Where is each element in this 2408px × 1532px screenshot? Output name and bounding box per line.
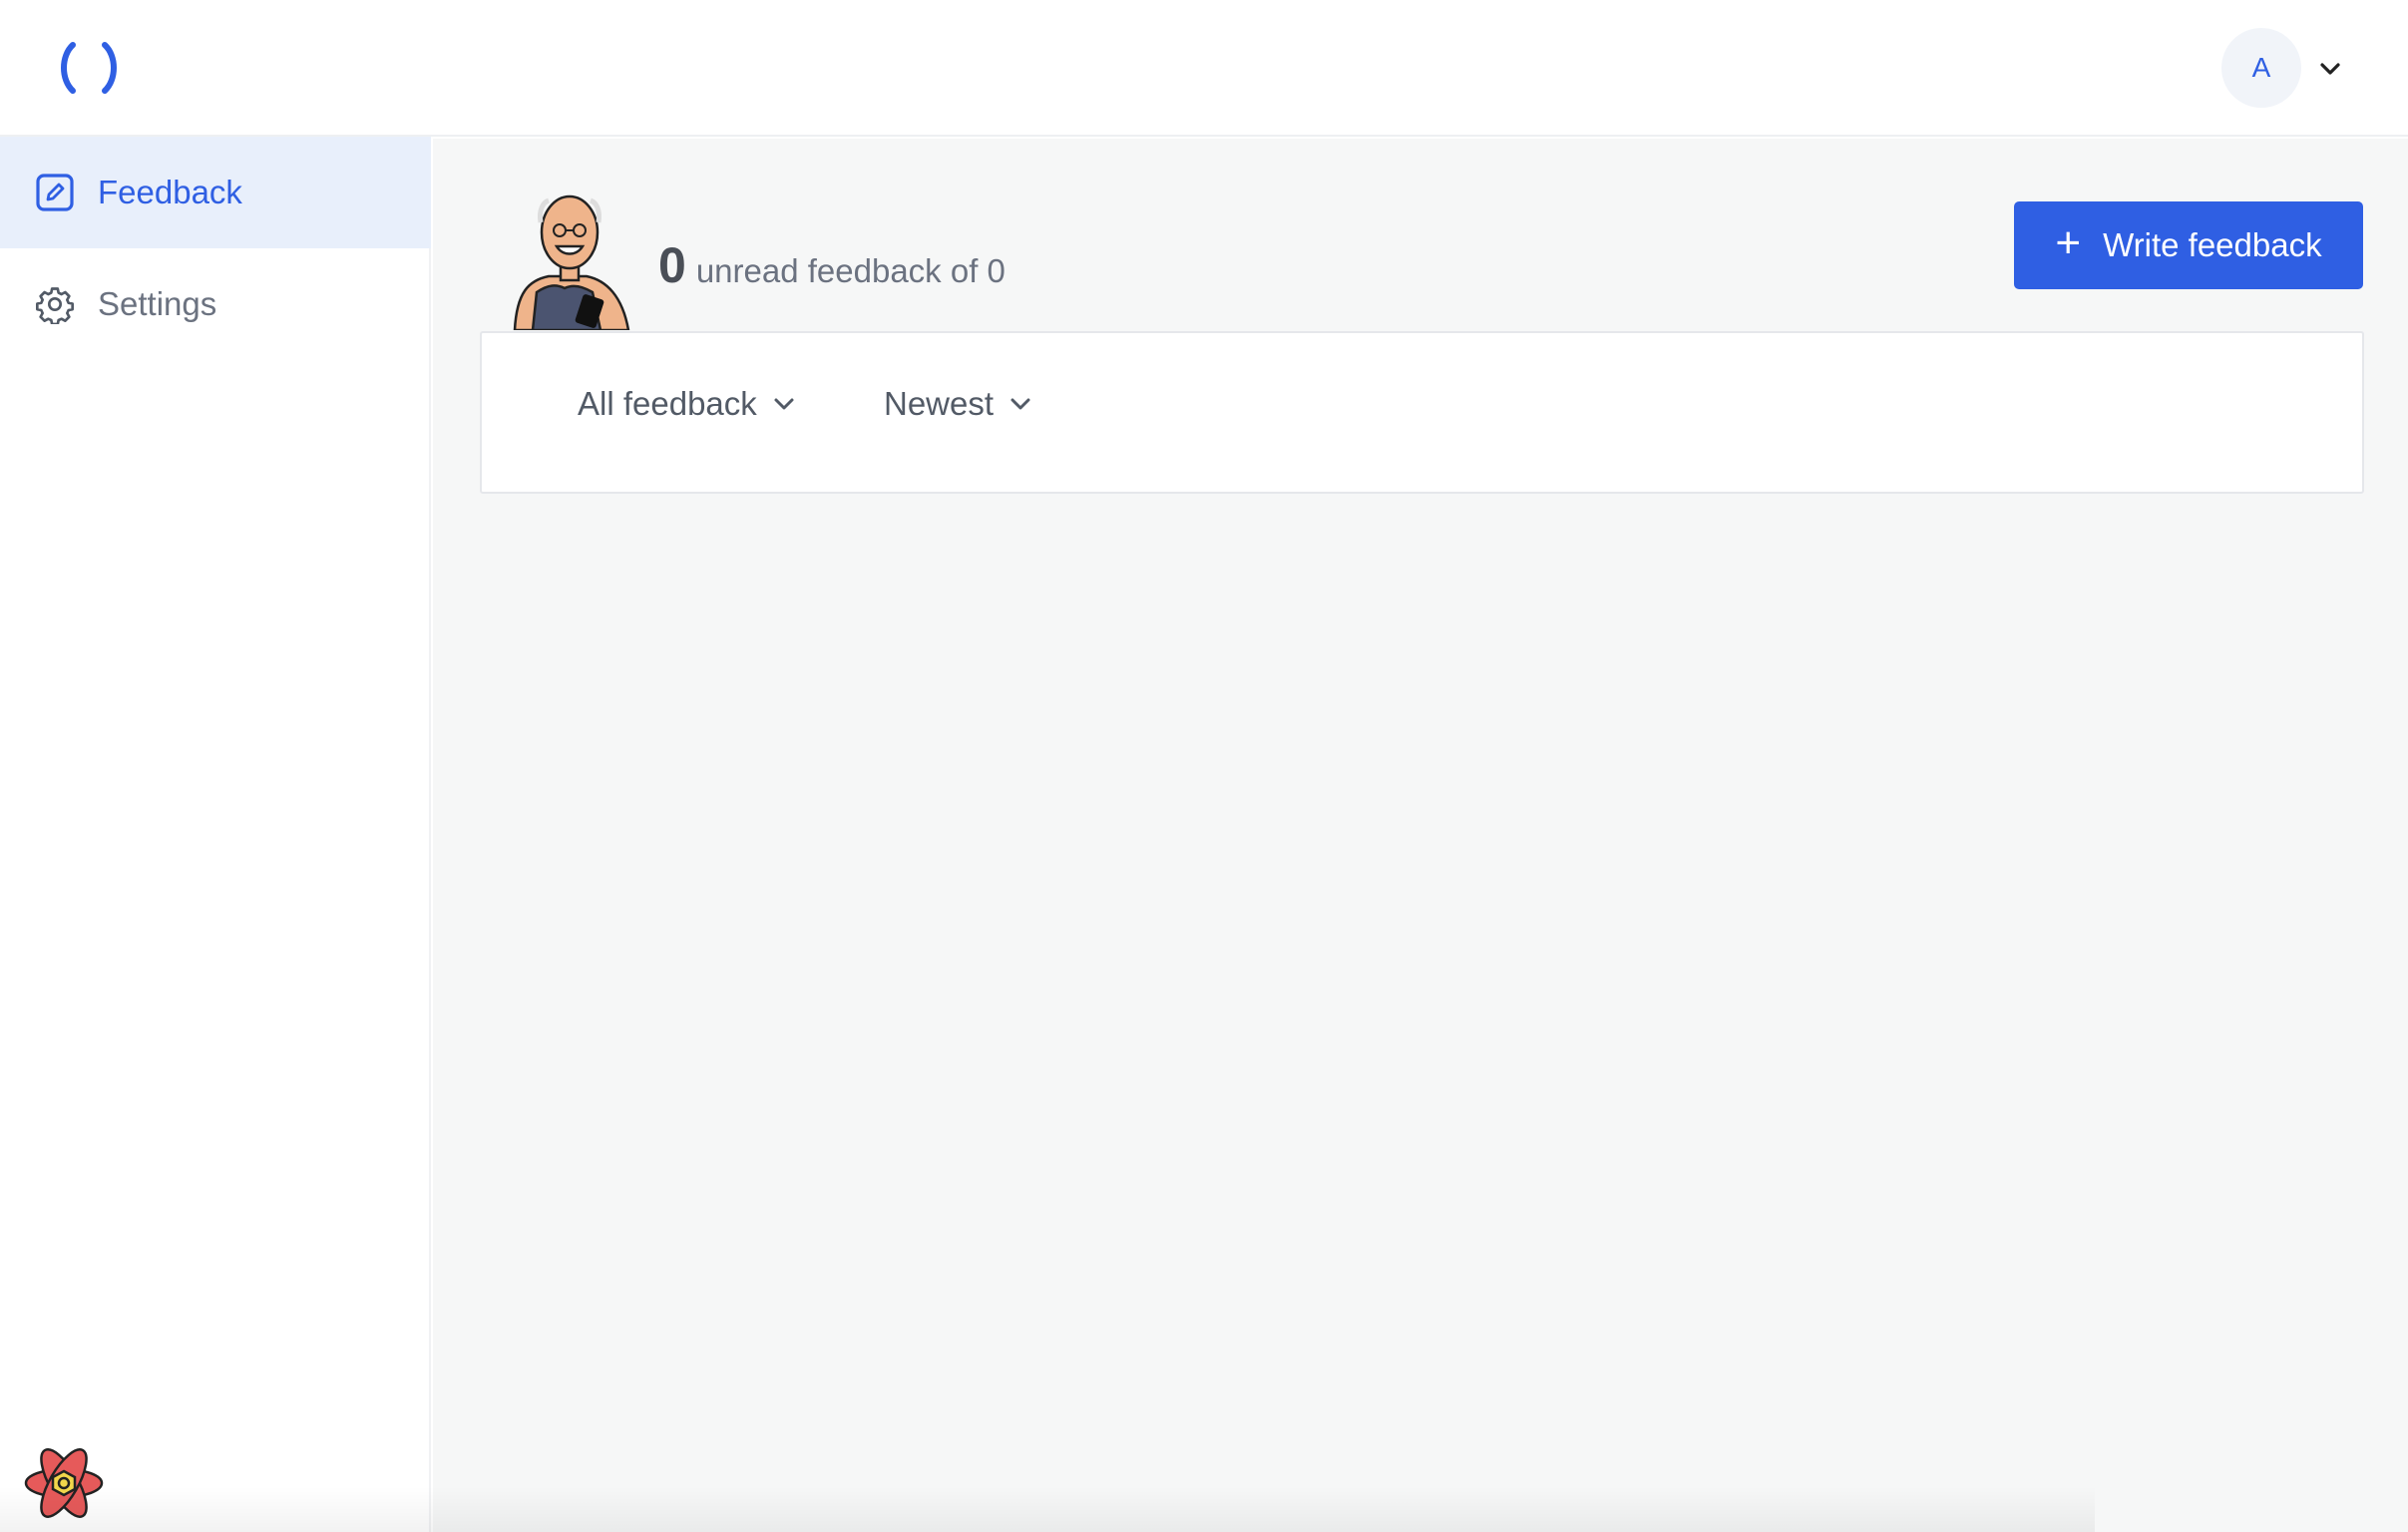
sidebar-item-label: Feedback: [98, 174, 242, 210]
chevron-down-icon[interactable]: [2316, 55, 2344, 83]
sidebar: Feedback Settings: [0, 137, 431, 1532]
feedback-type-value: All feedback: [578, 385, 757, 422]
sidebar-item-label: Settings: [98, 285, 217, 322]
sidebar-item-settings[interactable]: Settings: [0, 248, 431, 360]
sidebar-item-feedback[interactable]: Feedback: [0, 137, 431, 248]
edit-square-icon: [34, 172, 76, 213]
brackets-logo-icon[interactable]: [58, 40, 120, 96]
feedback-summary: 0 unread feedback of 0: [658, 236, 1005, 294]
avatar[interactable]: A: [2221, 28, 2301, 108]
chevron-down-icon: [1010, 398, 1030, 410]
write-feedback-label: Write feedback: [2103, 226, 2322, 263]
gear-icon: [34, 283, 76, 325]
react-devtools-icon[interactable]: [22, 1443, 106, 1523]
write-feedback-button[interactable]: + Write feedback: [2014, 201, 2363, 289]
feedback-type-dropdown[interactable]: All feedback: [578, 385, 795, 423]
summary-text: unread feedback of 0: [695, 252, 1005, 289]
plus-icon: +: [2055, 218, 2082, 267]
chevron-down-icon: [774, 398, 794, 410]
main-content: 0 unread feedback of 0 + Write feedback …: [433, 139, 2408, 1532]
filter-bar: All feedback Newest: [480, 331, 2364, 494]
top-bar: A: [0, 0, 2408, 137]
sort-order-value: Newest: [884, 385, 995, 422]
unread-count: 0: [658, 237, 686, 293]
sort-order-dropdown[interactable]: Newest: [884, 385, 1031, 423]
mascot-illustration: [509, 192, 634, 332]
avatar-initial: A: [2251, 52, 2271, 83]
